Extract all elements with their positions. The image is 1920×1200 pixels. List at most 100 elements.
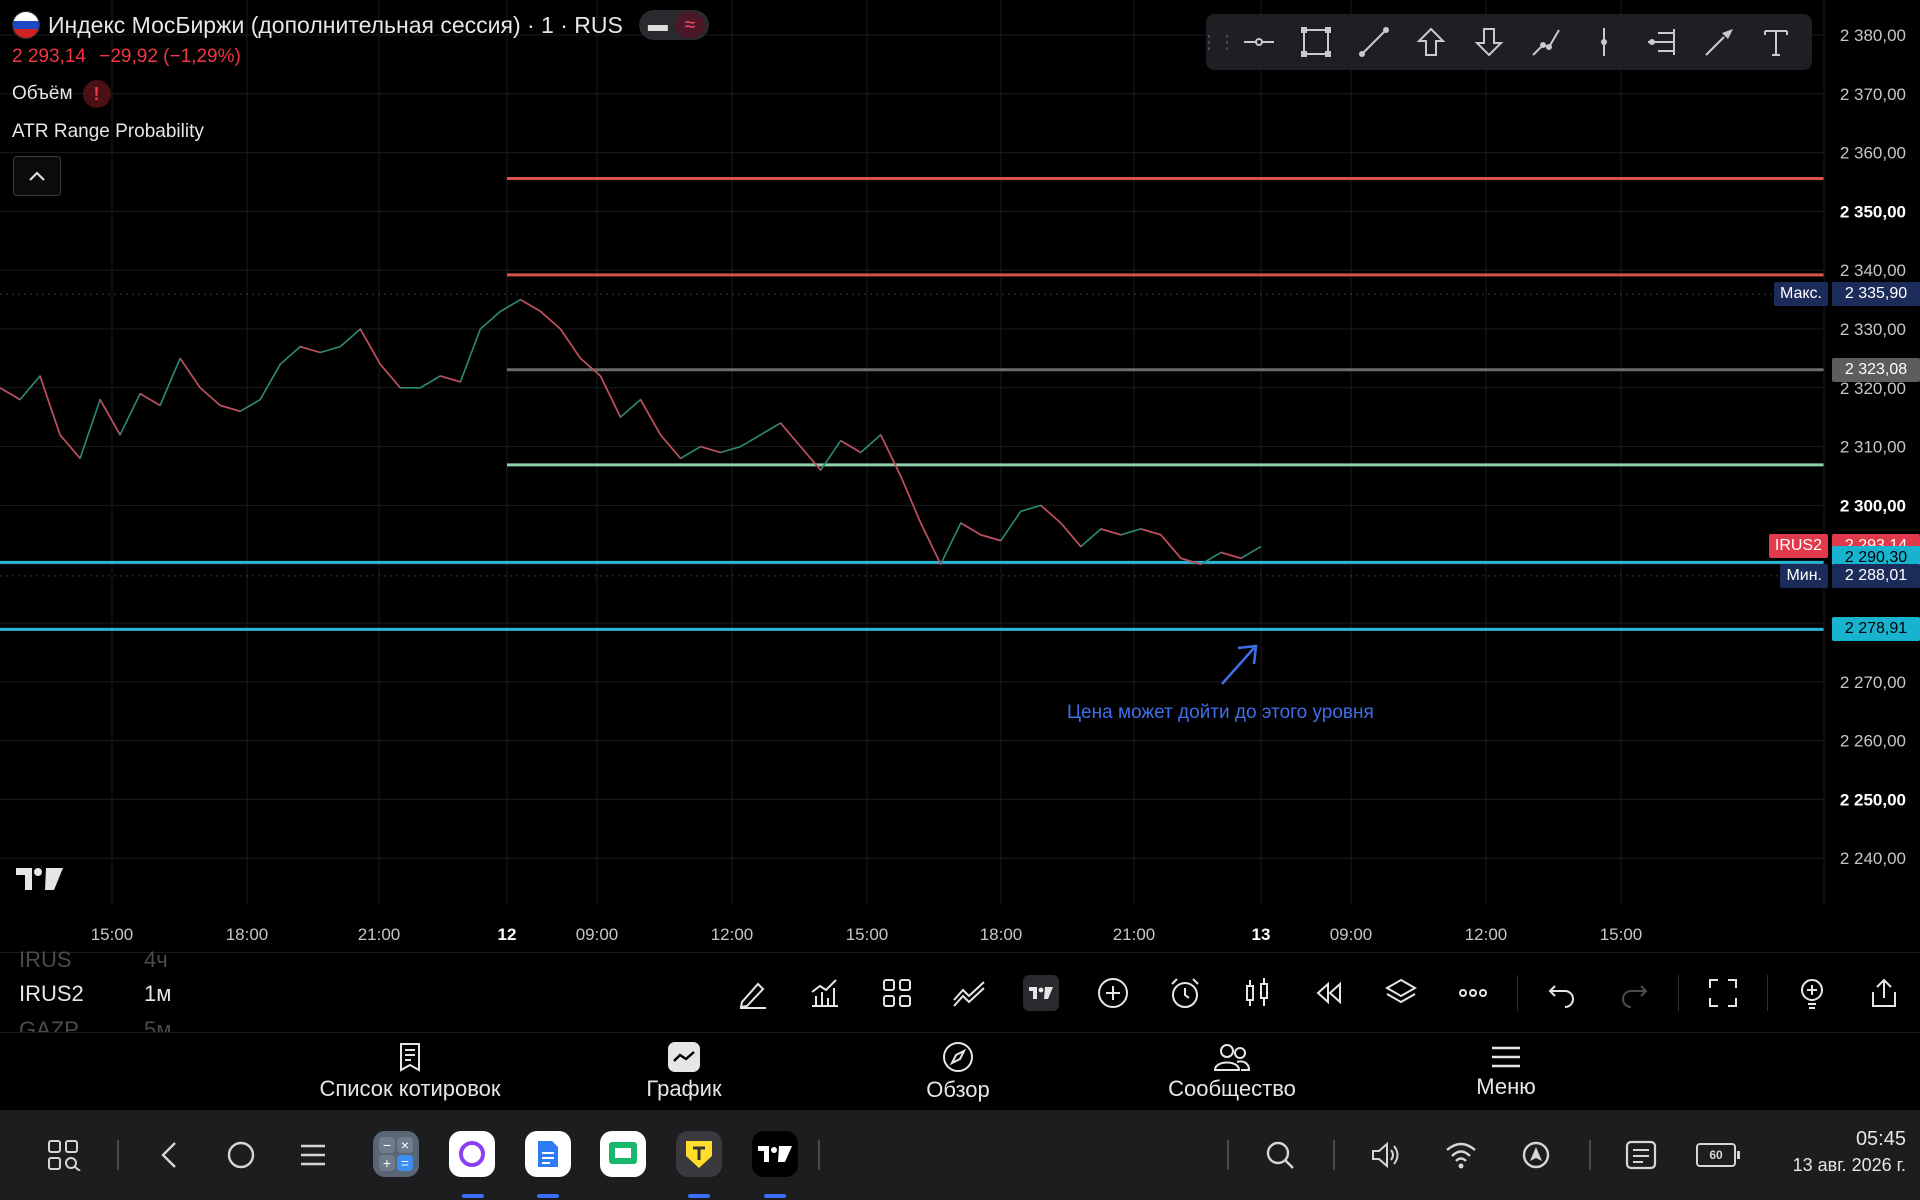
drag-handle-icon[interactable]: ⋮⋮ [1200,32,1236,53]
bottom-navigation[interactable]: Список котировок График Обзор Сообщество… [0,1032,1920,1111]
price-series-down-segment [1040,504,1062,524]
alert-icon[interactable] [1149,953,1221,1033]
brush-icon[interactable] [1690,14,1748,70]
pen-icon[interactable] [717,953,789,1033]
symbol-row-active[interactable]: IRUS2 1м [19,981,171,1007]
vertical-line-icon[interactable] [1575,14,1633,70]
time-axis-label: 18:00 [980,925,1023,944]
calculator-app-icon[interactable]: − × + = [373,1131,419,1177]
price-series-down-segment [0,387,21,401]
redo-icon[interactable] [1598,953,1670,1033]
price-series-down-segment [1100,528,1122,536]
app-running-indicator [764,1194,786,1198]
fib-tool-icon[interactable] [1633,14,1691,70]
text-icon[interactable] [1748,14,1806,70]
nav-overview[interactable]: Обзор [821,1033,1095,1111]
price-series-down-segment [559,328,582,359]
price-series-down-segment [899,475,922,524]
menu-icon [1492,1046,1520,1068]
tradingview-app-icon[interactable] [752,1131,798,1177]
chevron-up-icon [29,171,45,181]
search-icon[interactable] [1255,1130,1305,1180]
warning-icon[interactable]: ! [82,80,111,108]
bulb-icon[interactable] [1776,953,1848,1033]
price-series-down-segment [879,434,902,477]
undo-icon[interactable] [1526,953,1598,1033]
chart-icon [668,1042,700,1072]
annotation-arrow-icon[interactable] [1216,640,1264,690]
nav-community[interactable]: Сообщество [1095,1033,1369,1111]
trend-line-icon[interactable] [1345,14,1403,70]
compare-icon[interactable] [933,953,1005,1033]
time-axis-label: 13 [1252,925,1271,944]
price-axis-label: 2 240,00 [1840,849,1906,868]
indicator-atr[interactable]: ATR Range Probability [12,121,204,143]
nav-label: Сообщество [1168,1076,1296,1101]
arrow-down-icon[interactable] [1460,14,1518,70]
annotation-text[interactable]: Цена может дойти до этого уровня [1067,702,1374,724]
replay-icon[interactable] [1293,953,1365,1033]
notes-icon[interactable] [1616,1130,1666,1180]
price-series-down-segment [780,422,802,448]
chart-area[interactable]: 2 380,00 2 370,00 2 360,00 2 350,00 2 340,00… [0,0,1920,952]
price-series-line [0,298,1262,566]
app-drawer-icon[interactable] [40,1130,90,1180]
system-divider [818,1140,820,1170]
minus-icon[interactable]: ▬ [643,12,673,38]
arrow-up-icon[interactable] [1403,14,1461,70]
tools-divider [1517,975,1518,1011]
symbols-panel[interactable]: IRUS 4ч IRUS2 1м GAZP 5м [0,947,1920,1042]
wifi-icon[interactable] [1436,1130,1486,1180]
max-price-tag: 2 335,90 [1832,282,1920,307]
location-icon[interactable] [1511,1130,1561,1180]
price-axis-label: 2 380,00 [1840,26,1906,45]
polyline-icon[interactable] [1518,14,1576,70]
session-toggle[interactable]: ▬ ≈ [638,10,709,40]
price-axis-label: 2 310,00 [1840,438,1906,457]
volume-icon[interactable] [1361,1130,1411,1180]
time-axis-label: 12:00 [1465,925,1508,944]
horizontal-ray-icon[interactable] [1230,14,1288,70]
tbank-app-icon[interactable] [676,1131,722,1177]
system-divider [1333,1140,1335,1170]
fullscreen-icon[interactable] [1687,953,1759,1033]
recents-icon[interactable] [288,1130,338,1180]
templates-icon[interactable] [861,953,933,1033]
price-series-down-segment [139,392,161,407]
nav-watchlist[interactable]: Список котировок [273,1033,547,1111]
system-bar[interactable]: − × + = 60 05:45 13 авг. 2026 г. [0,1110,1920,1200]
indicator-volume[interactable]: Объём ! [12,80,111,108]
price-series-down-segment [359,328,381,365]
price-series-down-segment [599,375,622,418]
symbol-title[interactable]: Индекс МосБиржи (дополнительная сессия) … [48,12,623,39]
collapse-legend-button[interactable] [13,156,61,196]
indicators-icon[interactable] [789,953,861,1033]
screen-app-icon[interactable] [600,1131,646,1177]
tv-icon[interactable] [1005,953,1077,1033]
more-icon[interactable] [1437,953,1509,1033]
home-icon[interactable] [216,1130,266,1180]
symbol-row-prev[interactable]: IRUS 4ч [19,947,168,973]
layers-icon[interactable] [1365,953,1437,1033]
price-axis-label: 2 340,00 [1840,261,1906,280]
back-icon[interactable] [144,1130,194,1180]
price-chart[interactable]: 2 380,00 2 370,00 2 360,00 2 350,00 2 340,00… [0,0,1920,952]
legend-title[interactable]: Индекс МосБиржи (дополнительная сессия) … [12,10,709,40]
bar-type-icon[interactable] [1221,953,1293,1033]
rectangle-icon[interactable] [1288,14,1346,70]
symbol-price-label: IRUS2 [1768,533,1828,558]
add-icon[interactable] [1077,953,1149,1033]
price-series-down-segment [960,522,982,536]
clock[interactable]: 05:45 13 авг. 2026 г. [1793,1128,1906,1176]
price-series-down-segment [539,310,561,330]
alice-app-icon[interactable] [449,1131,495,1177]
share-icon[interactable] [1848,953,1920,1033]
nav-chart[interactable]: График [547,1033,821,1111]
chart-tools-bar[interactable] [717,953,1920,1033]
docs-app-icon[interactable] [525,1131,571,1177]
price-axis-label: 2 350,00 [1840,202,1906,221]
price-series-down-segment [520,298,541,313]
nav-menu[interactable]: Меню [1369,1033,1643,1111]
drawing-toolbar[interactable]: ⋮⋮ [1200,14,1812,70]
approx-icon[interactable]: ≈ [674,12,705,38]
